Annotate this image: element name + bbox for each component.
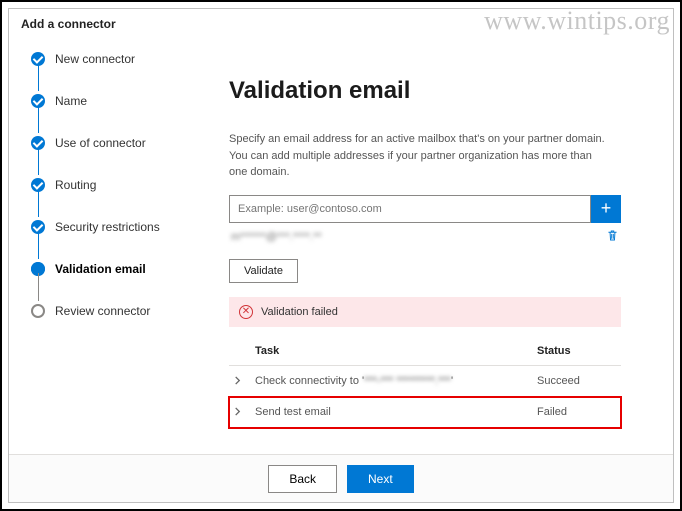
delete-email-button[interactable] xyxy=(606,229,619,245)
validation-results-table: Task Status Check connectivity to '***-*… xyxy=(229,337,621,428)
added-email-row: m******@***.****.** xyxy=(229,223,621,251)
col-status-header: Status xyxy=(537,345,617,357)
table-row[interactable]: Send test email Failed xyxy=(229,397,621,428)
step-label: Validation email xyxy=(55,262,146,276)
step-label: Use of connector xyxy=(55,136,146,150)
status-cell: Failed xyxy=(537,406,617,418)
wizard-nav: New connector Name Use of connector Rout… xyxy=(9,37,209,454)
expand-toggle[interactable] xyxy=(233,407,255,416)
step-review-connector: Review connector xyxy=(31,301,209,321)
email-input[interactable] xyxy=(229,195,591,223)
chevron-right-icon xyxy=(233,407,242,416)
step-security-restrictions[interactable]: Security restrictions xyxy=(31,217,209,237)
chevron-right-icon xyxy=(233,376,242,385)
task-cell: Send test email xyxy=(255,406,537,418)
page-description: Specify an email address for an active m… xyxy=(229,131,609,181)
table-header: Task Status xyxy=(229,337,621,366)
page-heading: Validation email xyxy=(229,77,653,105)
step-use-of-connector[interactable]: Use of connector xyxy=(31,133,209,153)
validate-button[interactable]: Validate xyxy=(229,259,298,283)
step-new-connector[interactable]: New connector xyxy=(31,49,209,69)
pending-step-icon xyxy=(31,304,45,318)
error-icon: ✕ xyxy=(239,305,253,319)
added-email-text: m******@***.****.** xyxy=(231,231,606,243)
step-routing[interactable]: Routing xyxy=(31,175,209,195)
main-content: Validation email Specify an email addres… xyxy=(209,37,673,454)
step-validation-email[interactable]: Validation email xyxy=(31,259,209,279)
table-row[interactable]: Check connectivity to '***-*** *********… xyxy=(229,366,621,397)
validation-alert: ✕ Validation failed xyxy=(229,297,621,327)
step-label: Review connector xyxy=(55,304,150,318)
trash-icon xyxy=(606,229,619,242)
step-label: New connector xyxy=(55,52,135,66)
panel-title: Add a connector xyxy=(9,9,673,37)
col-task-header: Task xyxy=(255,345,537,357)
add-button[interactable]: + xyxy=(591,195,621,223)
back-button[interactable]: Back xyxy=(268,465,337,493)
alert-text: Validation failed xyxy=(261,306,338,318)
expand-toggle[interactable] xyxy=(233,376,255,385)
wizard-footer: Back Next xyxy=(9,454,673,502)
step-label: Routing xyxy=(55,178,96,192)
step-name[interactable]: Name xyxy=(31,91,209,111)
step-label: Name xyxy=(55,94,87,108)
step-label: Security restrictions xyxy=(55,220,160,234)
task-cell: Check connectivity to '***-*** *********… xyxy=(255,375,537,387)
plus-icon: + xyxy=(601,198,612,219)
status-cell: Succeed xyxy=(537,375,617,387)
next-button[interactable]: Next xyxy=(347,465,414,493)
